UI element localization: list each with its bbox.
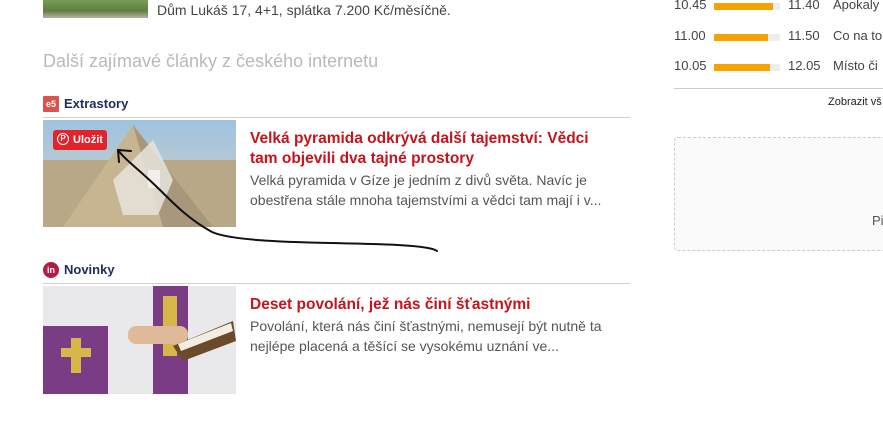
- priest-illustration: [43, 286, 236, 394]
- source-name[interactable]: Extrastory: [64, 96, 128, 111]
- tv-row[interactable]: 11.00 11.50 Co na to: [674, 28, 883, 46]
- progress-track: [714, 34, 780, 41]
- article-title[interactable]: Deset povolání, jež nás činí šťastnými: [250, 295, 620, 315]
- article-title[interactable]: Velká pyramida odkrývá další tajemství: …: [250, 129, 620, 169]
- progress-fill: [714, 34, 769, 41]
- source-header-novinky: in Novinky: [43, 261, 630, 284]
- ad-text: Pi: [872, 213, 883, 228]
- source-name[interactable]: Novinky: [64, 262, 115, 277]
- progress-track: [714, 3, 780, 10]
- ad-placeholder: [674, 137, 883, 251]
- section-title: Další zajímavé články z českého internet…: [43, 51, 379, 71]
- novinky-logo-icon: in: [43, 262, 59, 278]
- extrastory-logo-icon: e5: [43, 96, 59, 112]
- pinterest-icon: P: [57, 133, 69, 145]
- article-perex: Povolání, která nás činí šťastnými, nemu…: [250, 318, 602, 354]
- article-perex: Velká pyramida v Gíze je jedním z divů s…: [250, 172, 602, 208]
- top-article-thumbnail[interactable]: [43, 0, 148, 18]
- tv-row[interactable]: 10.05 12.05 Místo či: [674, 58, 883, 76]
- pinterest-save-button[interactable]: P Uložit: [53, 130, 107, 150]
- progress-fill: [714, 64, 771, 71]
- progress-fill: [714, 3, 774, 10]
- top-article-text[interactable]: Dům Lukáš 17, 4+1, splátka 7.200 Kč/měsí…: [157, 2, 451, 18]
- profession-article-image[interactable]: [43, 286, 236, 394]
- divider: [674, 88, 883, 89]
- source-header-extrastory: e5 Extrastory: [43, 95, 630, 118]
- show-all-link[interactable]: Zobrazit vš: [828, 96, 882, 108]
- tv-row[interactable]: 10.45 11.40 Apokaly: [674, 0, 883, 15]
- progress-track: [714, 64, 780, 71]
